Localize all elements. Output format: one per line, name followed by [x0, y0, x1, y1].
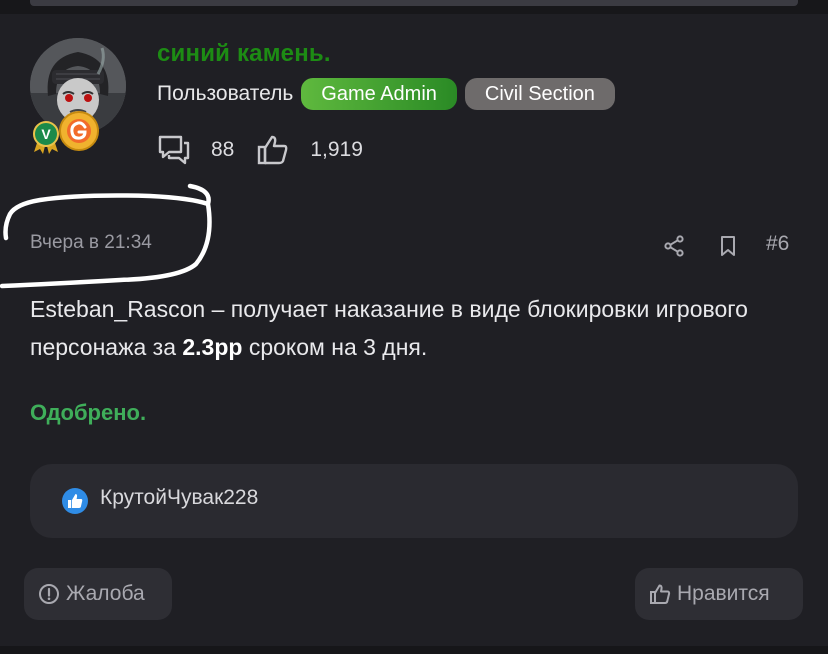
post-text-after: сроком на 3 дня. [242, 334, 428, 360]
user-title-row: Пользователь Game Admin Civil Section [157, 78, 615, 110]
forum-post-page: V синий камень. Пользователь Game Admin … [0, 0, 828, 654]
post-separator [0, 646, 828, 654]
post-timestamp[interactable]: Вчера в 21:34 [30, 232, 152, 254]
share-icon[interactable] [662, 234, 686, 258]
reactions-bar[interactable]: КрутойЧувак228 [30, 464, 798, 538]
thumbs-up-icon [650, 584, 671, 604]
svg-text:V: V [41, 126, 51, 142]
thumbs-up-icon [258, 135, 288, 165]
messages-count: 88 [211, 138, 235, 161]
alert-circle-icon [39, 584, 59, 604]
post-status-approved: Одобрено. [30, 400, 147, 425]
user-stats: 88 1,919 [157, 132, 385, 168]
user-role: Пользователь [157, 82, 294, 105]
like-button-label: Нравится [677, 582, 770, 605]
group-badge-civil-section: Civil Section [464, 78, 615, 110]
reactions-count: 1,919 [310, 138, 363, 161]
like-reaction-icon [62, 488, 88, 514]
report-button-label: Жалоба [66, 582, 145, 605]
g-badge-icon [59, 111, 99, 151]
like-button[interactable]: Нравится [635, 568, 803, 620]
bookmark-icon[interactable] [716, 234, 740, 258]
username-link[interactable]: синий камень. [157, 40, 331, 68]
post-text-bold: 2.3рр [182, 334, 243, 360]
messages-icon [158, 135, 190, 165]
reaction-user-link[interactable]: КрутойЧувак228 [100, 486, 258, 510]
scroll-divider [30, 0, 798, 6]
post-number-link[interactable]: #6 [766, 232, 789, 256]
group-badge-game-admin: Game Admin [301, 78, 457, 110]
report-button[interactable]: Жалоба [24, 568, 172, 620]
post-message: Esteban_Rascon – получает наказание в ви… [30, 290, 800, 366]
